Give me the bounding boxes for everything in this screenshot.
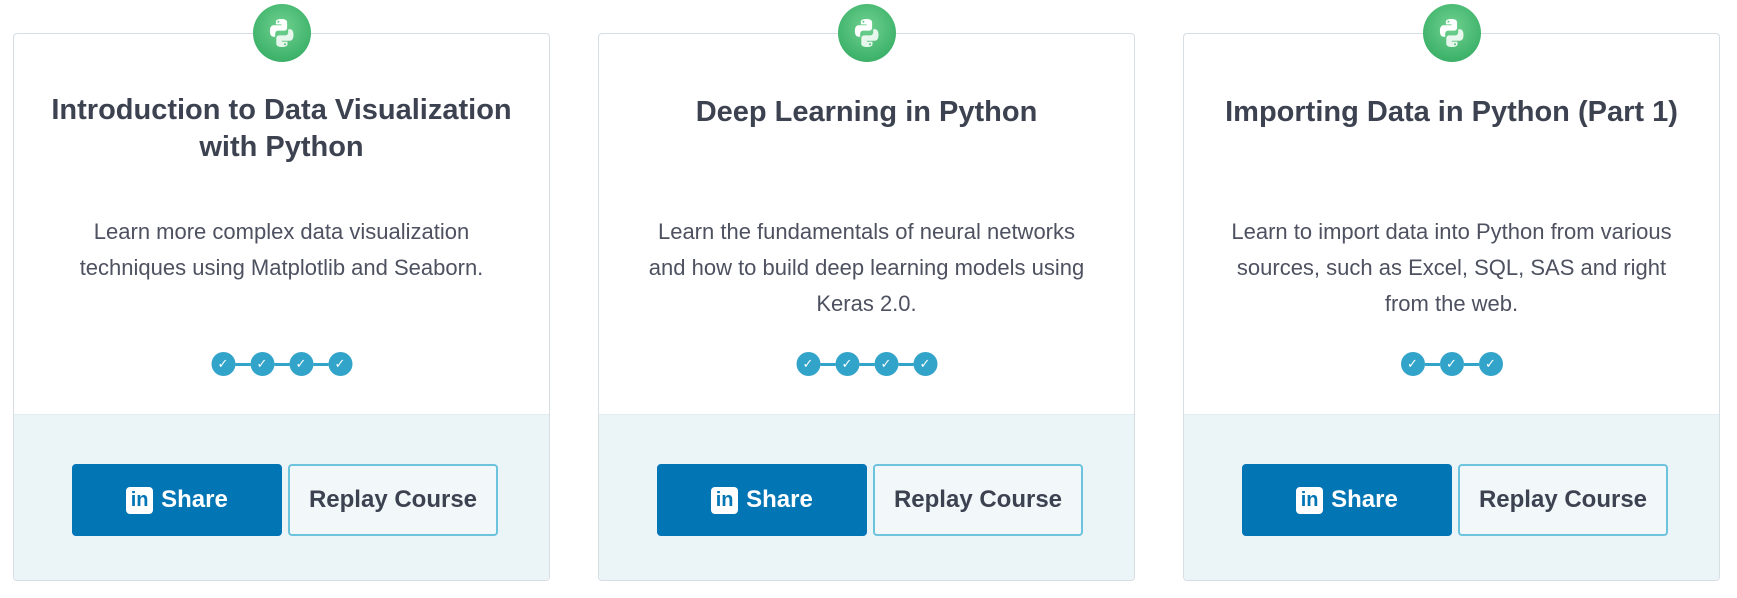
- chapter-progress: ✓ ✓ ✓ ✓: [796, 352, 937, 376]
- check-icon: ✓: [1478, 352, 1503, 376]
- replay-button-label: Replay Course: [893, 486, 1063, 513]
- course-title: Deep Learning in Python: [695, 96, 1038, 128]
- check-icon: ✓: [1439, 352, 1464, 376]
- chapter-progress: ✓ ✓ ✓: [1400, 352, 1503, 376]
- course-card-body: Introduction to Data Visualization with …: [14, 4, 549, 414]
- check-icon: ✓: [835, 352, 859, 376]
- replay-button-label: Replay Course: [1478, 486, 1648, 513]
- check-icon: ✓: [328, 352, 352, 376]
- replay-course-button[interactable]: Replay Course: [1458, 464, 1668, 536]
- share-button[interactable]: in Share: [657, 464, 867, 536]
- course-card-footer: in Share Replay Course: [1184, 414, 1719, 580]
- python-icon: [269, 19, 293, 47]
- check-icon: ✓: [250, 352, 274, 376]
- course-card-2: Deep Learning in Python Learn the fundam…: [598, 4, 1135, 581]
- progress-connector: [235, 362, 250, 366]
- course-title: Importing Data in Python (Part 1): [1225, 96, 1678, 128]
- share-button[interactable]: in Share: [72, 464, 282, 536]
- course-description: Learn to import data into Python from va…: [1231, 219, 1672, 316]
- python-badge-icon: [1422, 4, 1481, 62]
- replay-course-button[interactable]: Replay Course: [873, 464, 1083, 536]
- course-card-1: Introduction to Data Visualization with …: [13, 4, 550, 581]
- linkedin-icon: in: [1296, 486, 1324, 514]
- check-icon: ✓: [1400, 352, 1425, 376]
- check-icon: ✓: [211, 352, 235, 376]
- python-icon: [1439, 19, 1463, 47]
- course-description: Learn more complex data visualization te…: [79, 219, 484, 280]
- check-icon: ✓: [874, 352, 898, 376]
- python-badge-icon: [837, 4, 896, 62]
- share-button-label: Share: [1331, 486, 1398, 513]
- course-card-body: Importing Data in Python (Part 1) Learn …: [1184, 4, 1719, 414]
- course-card-footer: in Share Replay Course: [599, 414, 1134, 580]
- progress-connector: [859, 362, 874, 366]
- check-icon: ✓: [289, 352, 313, 376]
- course-title: Introduction to Data Visualization with …: [51, 94, 512, 163]
- progress-connector: [313, 362, 328, 366]
- check-icon: ✓: [913, 352, 937, 376]
- share-button-label: Share: [746, 486, 813, 513]
- replay-course-button[interactable]: Replay Course: [288, 464, 498, 536]
- share-button[interactable]: in Share: [1242, 464, 1452, 536]
- progress-connector: [1463, 362, 1479, 366]
- python-badge-icon: [252, 4, 311, 62]
- progress-connector: [274, 362, 289, 366]
- progress-connector: [820, 362, 835, 366]
- progress-connector: [1424, 362, 1440, 366]
- replay-button-label: Replay Course: [308, 486, 478, 513]
- progress-connector: [898, 362, 913, 366]
- share-button-label: Share: [161, 486, 228, 513]
- course-card-3: Importing Data in Python (Part 1) Learn …: [1183, 4, 1720, 581]
- chapter-progress: ✓ ✓ ✓ ✓: [211, 352, 352, 376]
- course-card-footer: in Share Replay Course: [14, 414, 549, 580]
- course-description: Learn the fundamentals of neural network…: [648, 219, 1085, 316]
- check-icon: ✓: [796, 352, 820, 376]
- linkedin-icon: in: [126, 486, 154, 514]
- linkedin-icon: in: [711, 486, 739, 514]
- course-card-body: Deep Learning in Python Learn the fundam…: [599, 4, 1134, 414]
- python-icon: [854, 19, 878, 47]
